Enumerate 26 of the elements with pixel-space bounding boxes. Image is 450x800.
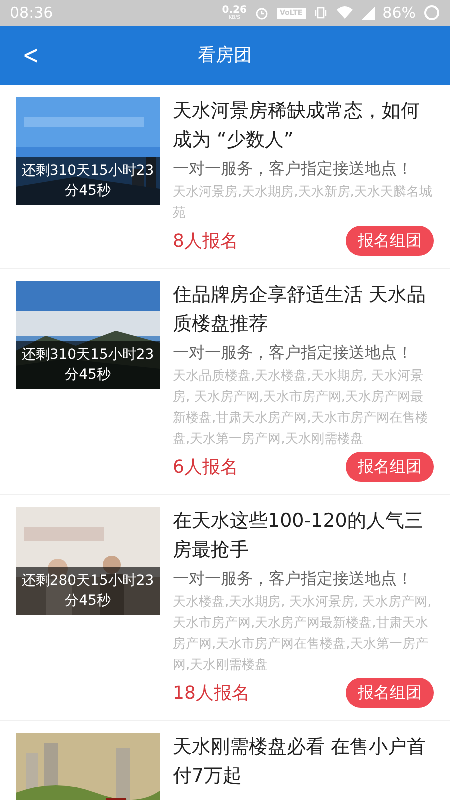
alarm-icon [254, 6, 269, 20]
countdown-text: 还剩280天15小时23分45秒 [20, 572, 156, 611]
wifi-icon [336, 6, 354, 20]
signal-icon [362, 6, 375, 20]
battery-icon [424, 5, 440, 21]
signup-count: 18人报名 [173, 682, 250, 706]
item-title[interactable]: 住品牌房企享舒适生活 天水品质楼盘推荐 [173, 281, 434, 339]
join-group-button[interactable]: 报名组团 [346, 678, 434, 708]
item-title[interactable]: 在天水这些100-120的人气三房最抢手 [173, 507, 434, 565]
item-subtitle: 一对一服务，客户指定接送地点！ [173, 158, 414, 180]
join-group-button[interactable]: 报名组团 [346, 226, 434, 256]
vibrate-icon [314, 6, 328, 20]
item-tags: 天水品质楼盘,天水楼盘,天水期房, 天水河景房, 天水房产网,天水市房产网,天水房产网最新楼盘,甘肃天水房产网,天水市房产网在售楼盘,天水第一房产网,天水刚需楼盘 [173, 366, 434, 450]
back-button[interactable]: < [22, 42, 40, 68]
page-title: 看房团 [198, 44, 252, 68]
join-group-button[interactable]: 报名组团 [346, 452, 434, 482]
countdown-text: 还剩310天15小时23分45秒 [20, 346, 156, 385]
signup-count: 6人报名 [173, 456, 238, 480]
item-subtitle: 一对一服务，客户指定接送地点！ [173, 568, 414, 590]
item-subtitle: 一对一服务，客户指定接送地点！ [173, 342, 414, 364]
signup-count: 8人报名 [173, 230, 238, 254]
item-tags: 天水河景房,天水期房,天水新房,天水天麟名城苑 [173, 182, 434, 224]
countdown-text: 还剩310天15小时23分45秒 [20, 162, 156, 201]
item-title[interactable]: 天水刚需楼盘必看 在售小户首付7万起 [173, 733, 434, 791]
item-tags: 天水楼盘,天水期房, 天水河景房, 天水房产网,天水市房产网,天水房产网最新楼盘,甘肃天水房产网,天水市房产网在售楼盘,天水第一房产网,天水刚需楼盘 [173, 592, 434, 676]
item-title[interactable]: 天水河景房稀缺成常态，如何成为 “少数人” [173, 97, 434, 155]
